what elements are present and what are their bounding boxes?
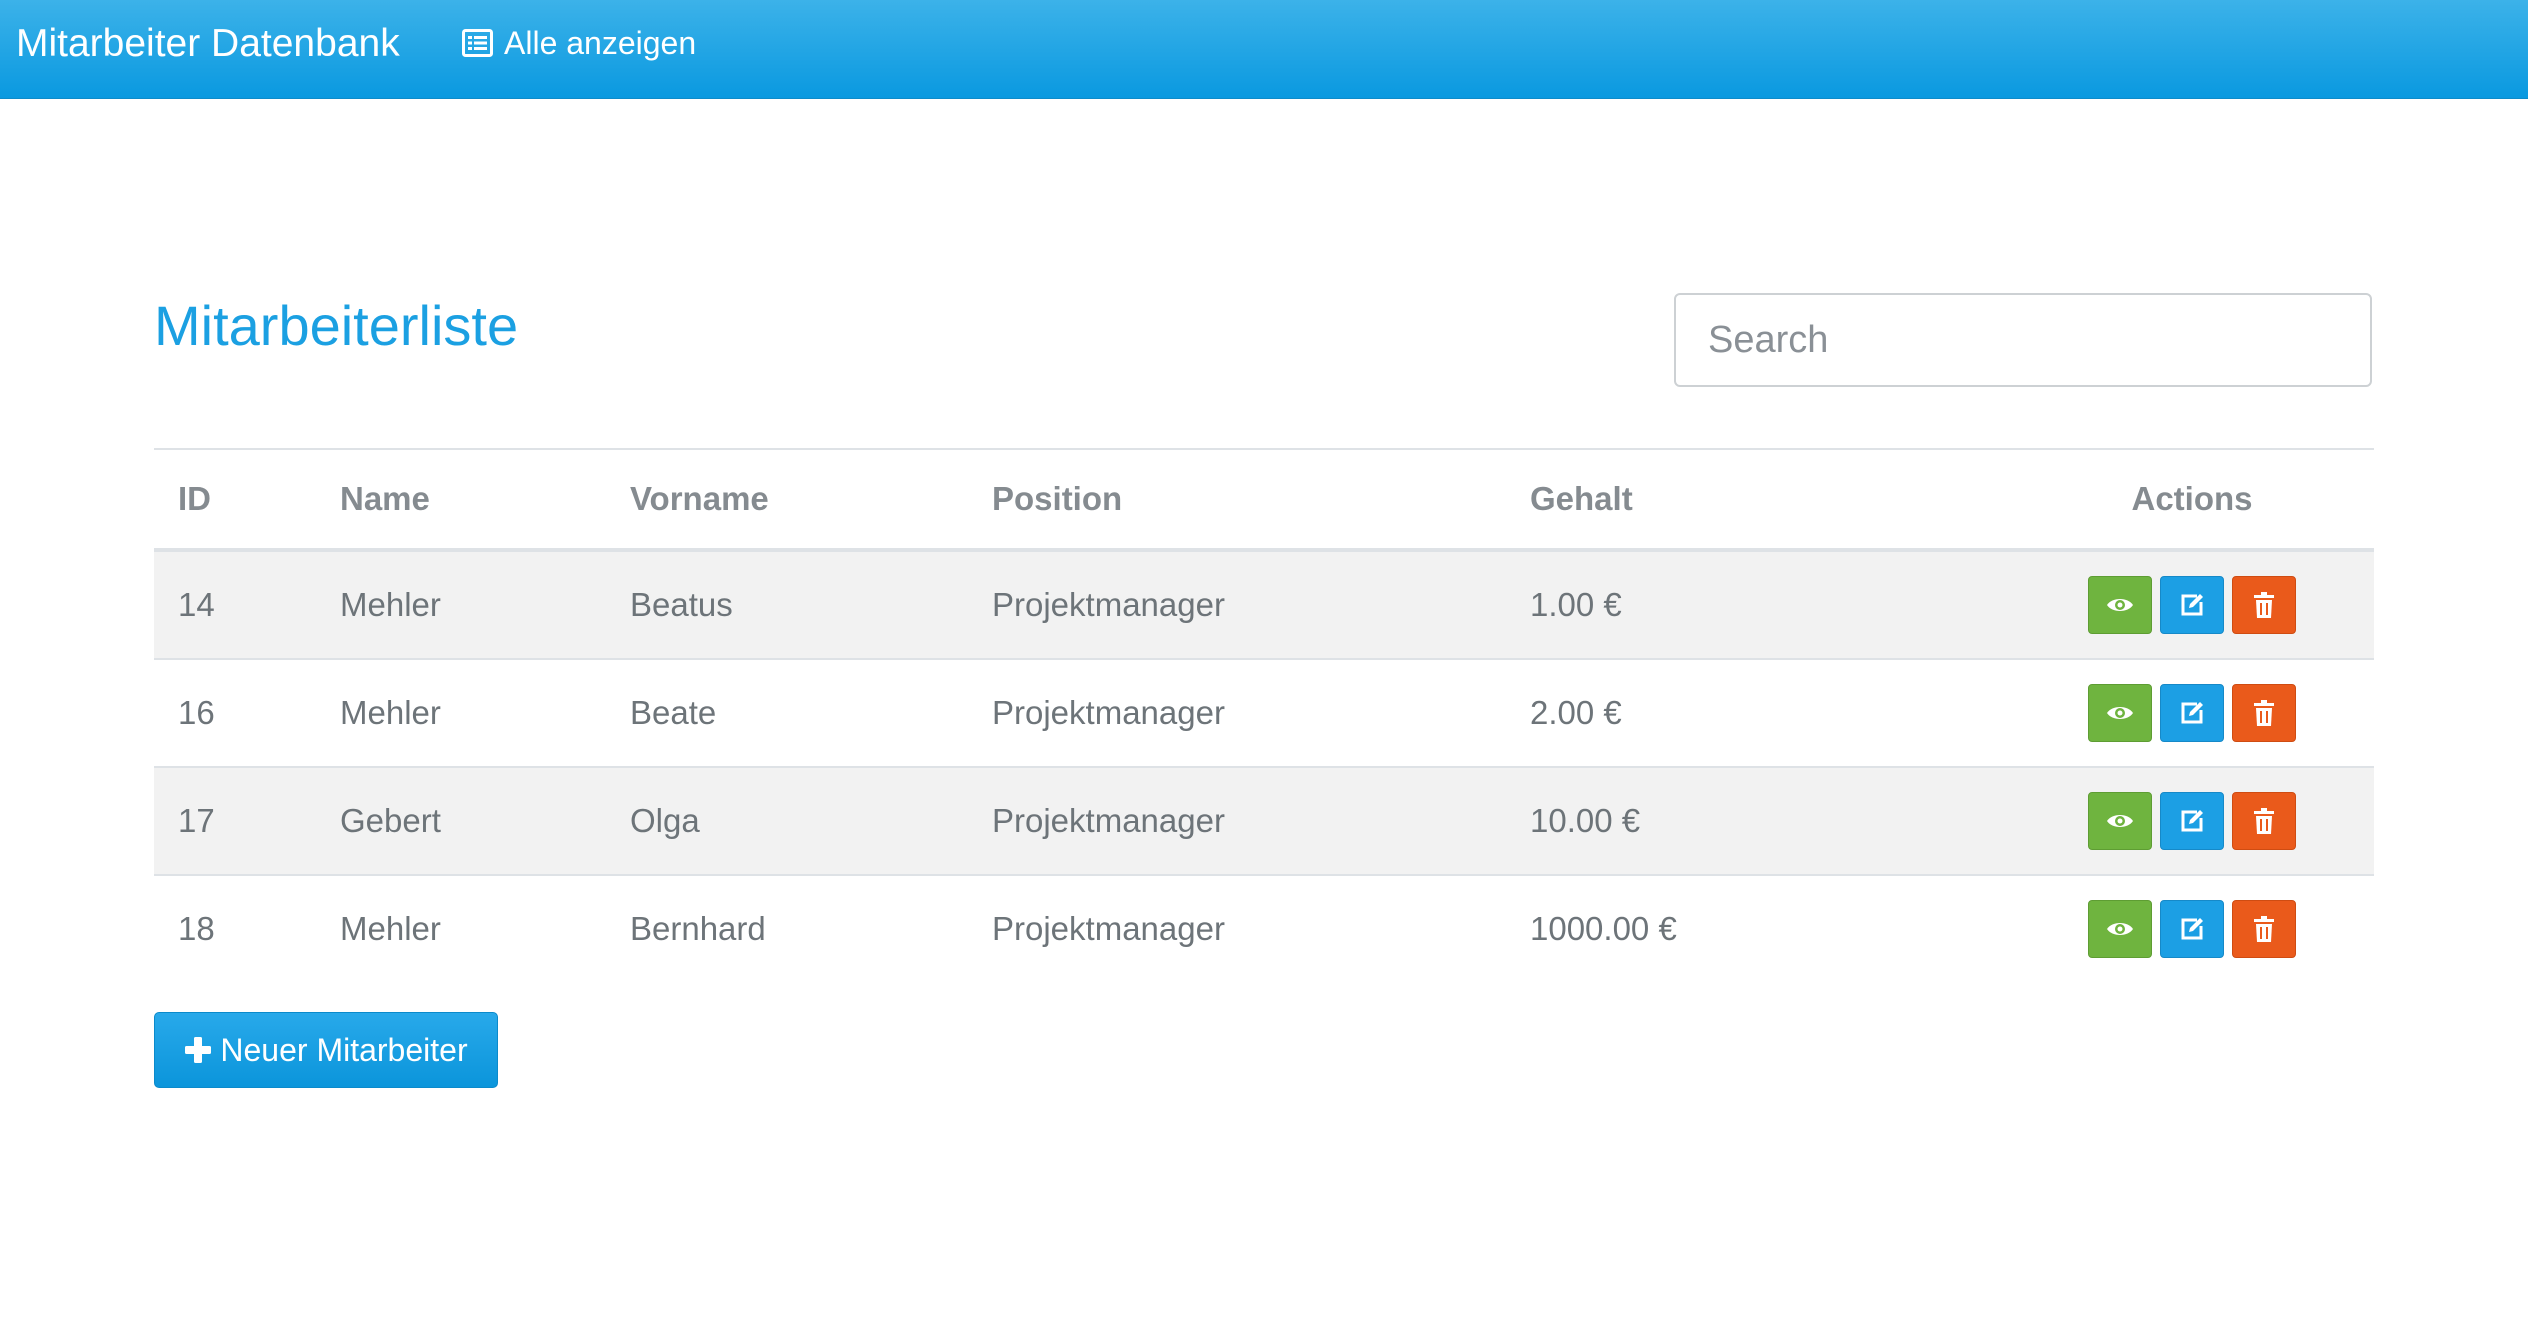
edit-icon bbox=[2178, 699, 2206, 727]
edit-button[interactable] bbox=[2160, 792, 2224, 850]
brand-link[interactable]: Mitarbeiter Datenbank bbox=[16, 20, 400, 68]
cell-actions bbox=[2010, 767, 2374, 876]
list-icon bbox=[462, 29, 493, 57]
cell-gehalt: 1000.00 € bbox=[1530, 910, 1677, 947]
cell-position: Projektmanager bbox=[992, 550, 1530, 660]
edit-button[interactable] bbox=[2160, 900, 2224, 958]
table-row: 17 Gebert Olga Projektmanager 10.00 € bbox=[154, 767, 2374, 876]
view-button[interactable] bbox=[2088, 684, 2152, 742]
table-row: 18 Mehler Bernhard Projektmanager 1000.00 € bbox=[154, 875, 2374, 982]
delete-button[interactable] bbox=[2232, 900, 2296, 958]
trash-icon bbox=[2253, 699, 2275, 727]
row-actions bbox=[2088, 576, 2296, 634]
cell-name: Gebert bbox=[340, 767, 630, 876]
cell-position: Projektmanager bbox=[992, 659, 1530, 768]
cell-id: 17 bbox=[154, 767, 340, 876]
cell-id: 18 bbox=[178, 910, 215, 947]
cell-gehalt: 2.00 € bbox=[1530, 659, 2010, 768]
new-employee-label: Neuer Mitarbeiter bbox=[220, 1031, 468, 1068]
page-title: Mitarbeiterliste bbox=[154, 294, 519, 357]
delete-button[interactable] bbox=[2232, 684, 2296, 742]
cell-vorname: Beate bbox=[630, 659, 992, 768]
header-vorname[interactable]: Vorname bbox=[630, 448, 992, 552]
cell-id: 14 bbox=[154, 550, 340, 660]
cell-vorname: Beatus bbox=[630, 550, 992, 660]
row-actions bbox=[2088, 684, 2296, 742]
cell-actions bbox=[2010, 875, 2374, 982]
eye-icon bbox=[2106, 812, 2134, 830]
table-row: 16 Mehler Beate Projektmanager 2.00 € bbox=[154, 659, 2374, 768]
header-name[interactable]: Name bbox=[340, 448, 630, 552]
row-actions bbox=[2088, 792, 2296, 850]
table-row: 14 Mehler Beatus Projektmanager 1.00 € bbox=[154, 550, 2374, 660]
cell-id: 16 bbox=[154, 659, 340, 768]
new-employee-button[interactable]: Neuer Mitarbeiter bbox=[154, 1012, 498, 1088]
trash-icon bbox=[2253, 807, 2275, 835]
navbar: Mitarbeiter Datenbank Alle anzeigen bbox=[0, 0, 2528, 99]
edit-button[interactable] bbox=[2160, 684, 2224, 742]
edit-icon bbox=[2178, 915, 2206, 943]
eye-icon bbox=[2106, 920, 2134, 938]
employee-table: ID Name Vorname Position Gehalt Actions … bbox=[154, 448, 2374, 982]
plus-icon bbox=[185, 1037, 212, 1063]
row-actions bbox=[2088, 900, 2296, 958]
header-gehalt[interactable]: Gehalt bbox=[1530, 448, 2010, 552]
delete-button[interactable] bbox=[2232, 792, 2296, 850]
cell-actions bbox=[2010, 659, 2374, 768]
view-button[interactable] bbox=[2088, 900, 2152, 958]
cell-gehalt: 1.00 € bbox=[1530, 550, 2010, 660]
cell-actions bbox=[2010, 550, 2374, 660]
cell-name: Mehler bbox=[340, 659, 630, 768]
nav-link-label: Alle anzeigen bbox=[504, 24, 697, 61]
table-header-row: ID Name Vorname Position Gehalt Actions bbox=[154, 448, 2374, 552]
cell-vorname: Olga bbox=[630, 767, 992, 876]
view-button[interactable] bbox=[2088, 792, 2152, 850]
cell-position: Projektmanager bbox=[992, 767, 1530, 876]
view-button[interactable] bbox=[2088, 576, 2152, 634]
cell-position: Projektmanager bbox=[992, 910, 1225, 947]
trash-icon bbox=[2253, 591, 2275, 619]
search-input[interactable] bbox=[1674, 293, 2372, 387]
header-actions: Actions bbox=[2010, 448, 2374, 552]
header-position[interactable]: Position bbox=[992, 448, 1530, 552]
eye-icon bbox=[2106, 596, 2134, 614]
header-id[interactable]: ID bbox=[154, 448, 340, 552]
edit-icon bbox=[2178, 591, 2206, 619]
edit-button[interactable] bbox=[2160, 576, 2224, 634]
cell-gehalt: 10.00 € bbox=[1530, 767, 2010, 876]
cell-name: Mehler bbox=[340, 550, 630, 660]
nav-link-show-all[interactable]: Alle anzeigen bbox=[462, 22, 696, 64]
cell-vorname: Bernhard bbox=[630, 910, 766, 947]
cell-name: Mehler bbox=[340, 910, 441, 947]
delete-button[interactable] bbox=[2232, 576, 2296, 634]
eye-icon bbox=[2106, 704, 2134, 722]
trash-icon bbox=[2253, 915, 2275, 943]
edit-icon bbox=[2178, 807, 2206, 835]
